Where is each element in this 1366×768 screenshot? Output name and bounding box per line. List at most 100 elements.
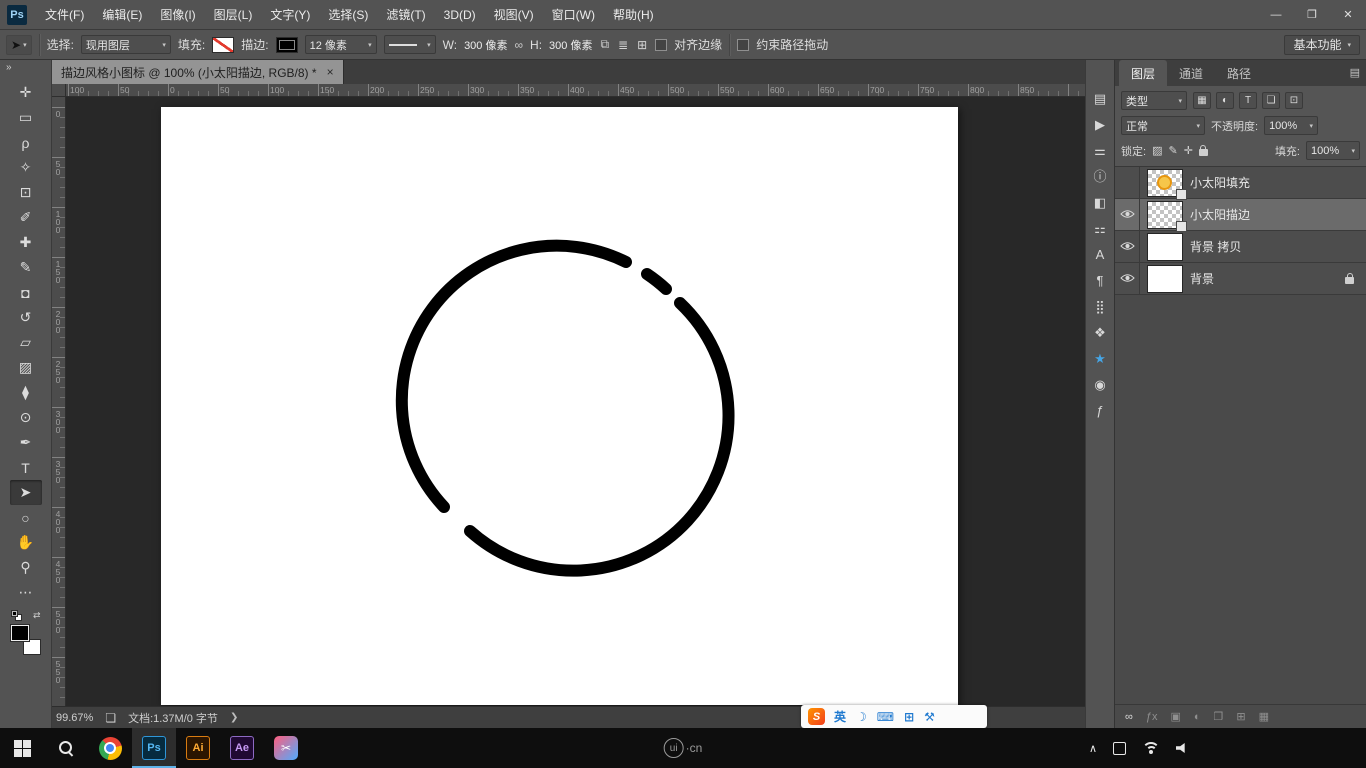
close-tab-icon[interactable]: × [327, 65, 334, 79]
path-operations-icon[interactable]: ⧉ [599, 37, 610, 52]
menu-item-6[interactable]: 滤镜(T) [377, 0, 434, 30]
close-button[interactable]: ✕ [1330, 0, 1366, 30]
dodge-tool[interactable]: ⊙ [10, 405, 42, 430]
swatches-panel-icon[interactable]: ⣿ [1095, 300, 1105, 313]
path-arrange-icon[interactable]: ⊞ [636, 38, 648, 52]
visibility-toggle[interactable] [1115, 167, 1140, 198]
pen-tool[interactable]: ✒ [10, 430, 42, 455]
menu-item-7[interactable]: 3D(D) [435, 0, 485, 30]
lock-position-icon[interactable]: ✛ [1184, 144, 1193, 157]
width-field[interactable]: 300 像素 [464, 37, 507, 53]
ime-item-3[interactable]: ⊞ [904, 710, 914, 724]
align-edges-checkbox[interactable] [655, 39, 667, 51]
character-panel-icon[interactable]: A [1096, 248, 1105, 261]
link-layers-icon[interactable]: ∞ [1125, 711, 1133, 723]
restore-button[interactable]: ❐ [1294, 0, 1330, 30]
stroke-color-swatch[interactable] [276, 37, 298, 53]
after-effects-app-button[interactable]: Ae [220, 728, 264, 768]
visibility-toggle[interactable] [1115, 263, 1140, 294]
layer-thumbnail[interactable] [1148, 266, 1182, 292]
lock-pixels-icon[interactable]: ✎ [1168, 144, 1177, 157]
stroke-width-dropdown[interactable]: 12 像素▾ [305, 35, 377, 54]
layer-style-icon[interactable]: ƒx [1146, 711, 1158, 723]
link-dimensions-icon[interactable]: ∞ [514, 38, 523, 52]
document-tab[interactable]: 描边风格小图标 @ 100% (小太阳描边, RGB/8) * × [52, 60, 344, 84]
effects-panel-icon[interactable]: ƒ [1096, 404, 1103, 417]
fill-color-swatch[interactable] [212, 37, 234, 53]
type-tool[interactable]: T [10, 455, 42, 480]
delete-layer-icon[interactable]: ▦ [1259, 710, 1269, 723]
ruler-horizontal[interactable]: 1005005010015020025030035040045050055060… [66, 84, 1085, 97]
lasso-tool[interactable]: ρ [10, 130, 42, 155]
shape-filter-icon[interactable]: ❏ [1262, 92, 1280, 109]
layer-thumbnail[interactable] [1148, 202, 1182, 228]
ruler-corner[interactable] [52, 84, 66, 97]
swap-colors-icon[interactable]: ⇄ [33, 610, 41, 621]
history-brush-tool[interactable]: ↺ [10, 305, 42, 330]
marquee-tool[interactable]: ▭ [10, 105, 42, 130]
adjustment-filter-icon[interactable]: ◐ [1216, 92, 1234, 109]
clone-stamp-tool[interactable]: ◘ [10, 280, 42, 305]
quick-selection-tool[interactable]: ✧ [10, 155, 42, 180]
default-colors-icon[interactable] [11, 610, 22, 621]
color-panel-icon[interactable]: ◧ [1094, 196, 1106, 209]
start-button[interactable] [0, 728, 44, 768]
favorites-panel-icon[interactable]: ★ [1094, 352, 1106, 365]
opacity-dropdown[interactable]: 100%▾ [1264, 116, 1318, 135]
illustrator-app-button[interactable]: Ai [176, 728, 220, 768]
layer-thumbnail[interactable] [1148, 234, 1182, 260]
background-color-swatch[interactable] [23, 639, 41, 655]
clone-source-panel-icon[interactable]: ◉ [1094, 378, 1105, 391]
layer-row[interactable]: 背景 拷贝 [1115, 231, 1366, 263]
wifi-icon[interactable] [1142, 742, 1160, 755]
menu-item-8[interactable]: 视图(V) [485, 0, 543, 30]
eraser-tool[interactable]: ▱ [10, 330, 42, 355]
move-tool[interactable]: ✛ [10, 80, 42, 105]
zoom-tool[interactable]: ⚲ [10, 555, 42, 580]
panel-tab-图层[interactable]: 图层 [1119, 60, 1167, 86]
ellipse-tool[interactable]: ○ [10, 505, 42, 530]
histogram-panel-icon[interactable]: ▤ [1094, 92, 1106, 105]
capture-app-button[interactable]: ✂ [264, 728, 308, 768]
height-field[interactable]: 300 像素 [549, 37, 592, 53]
document-canvas[interactable] [161, 107, 958, 705]
paragraph-panel-icon[interactable]: ¶ [1097, 274, 1104, 287]
smart-object-filter-icon[interactable]: ⊡ [1285, 92, 1303, 109]
stroke-type-dropdown[interactable]: ▾ [384, 35, 436, 54]
ime-item-1[interactable]: ☽ [856, 710, 867, 724]
menu-item-2[interactable]: 图像(I) [151, 0, 204, 30]
adjustment-layer-icon[interactable]: ◐ [1194, 711, 1201, 723]
menu-item-0[interactable]: 文件(F) [36, 0, 93, 30]
adjustments-panel-icon[interactable]: ⚌ [1094, 144, 1106, 157]
ruler-vertical[interactable]: 050100150200250300350400450500550 [52, 97, 66, 706]
add-mask-icon[interactable]: ▣ [1170, 710, 1180, 723]
zoom-level-field[interactable]: 99.67% [56, 712, 93, 724]
menu-item-1[interactable]: 编辑(E) [93, 0, 151, 30]
eyedropper-tool[interactable]: ✐ [10, 205, 42, 230]
new-layer-icon[interactable]: ⊞ [1236, 710, 1245, 723]
filter-type-dropdown[interactable]: 类型▾ [1121, 91, 1187, 110]
crop-tool[interactable]: ⊡ [10, 180, 42, 205]
lock-all-icon[interactable] [1199, 149, 1208, 156]
visibility-toggle[interactable] [1115, 199, 1140, 230]
sogou-logo-icon[interactable]: S [808, 708, 825, 725]
fill-opacity-dropdown[interactable]: 100%▾ [1306, 141, 1360, 160]
foreground-color-swatch[interactable] [11, 625, 29, 641]
pixel-filter-icon[interactable]: ▦ [1193, 92, 1211, 109]
layer-row[interactable]: 背景 [1115, 263, 1366, 295]
visibility-toggle[interactable] [1115, 231, 1140, 262]
healing-brush-tool[interactable]: ✚ [10, 230, 42, 255]
blend-mode-dropdown[interactable]: 正常▾ [1121, 116, 1205, 135]
more-tools[interactable]: ⋯ [10, 580, 42, 605]
layer-row[interactable]: 小太阳填充 [1115, 167, 1366, 199]
ime-item-4[interactable]: ⚒ [924, 710, 935, 724]
ime-item-2[interactable]: ⌨ [877, 710, 894, 724]
hand-tool[interactable]: ✋ [10, 530, 42, 555]
styles-panel-icon[interactable]: ❖ [1094, 326, 1106, 339]
menu-item-10[interactable]: 帮助(H) [604, 0, 663, 30]
brush-tool[interactable]: ✎ [10, 255, 42, 280]
status-expand-icon[interactable]: ❯ [230, 712, 238, 723]
volume-icon[interactable] [1176, 742, 1190, 754]
tray-touch-keyboard-icon[interactable] [1113, 742, 1126, 755]
ime-item-0[interactable]: 英 [834, 708, 846, 725]
